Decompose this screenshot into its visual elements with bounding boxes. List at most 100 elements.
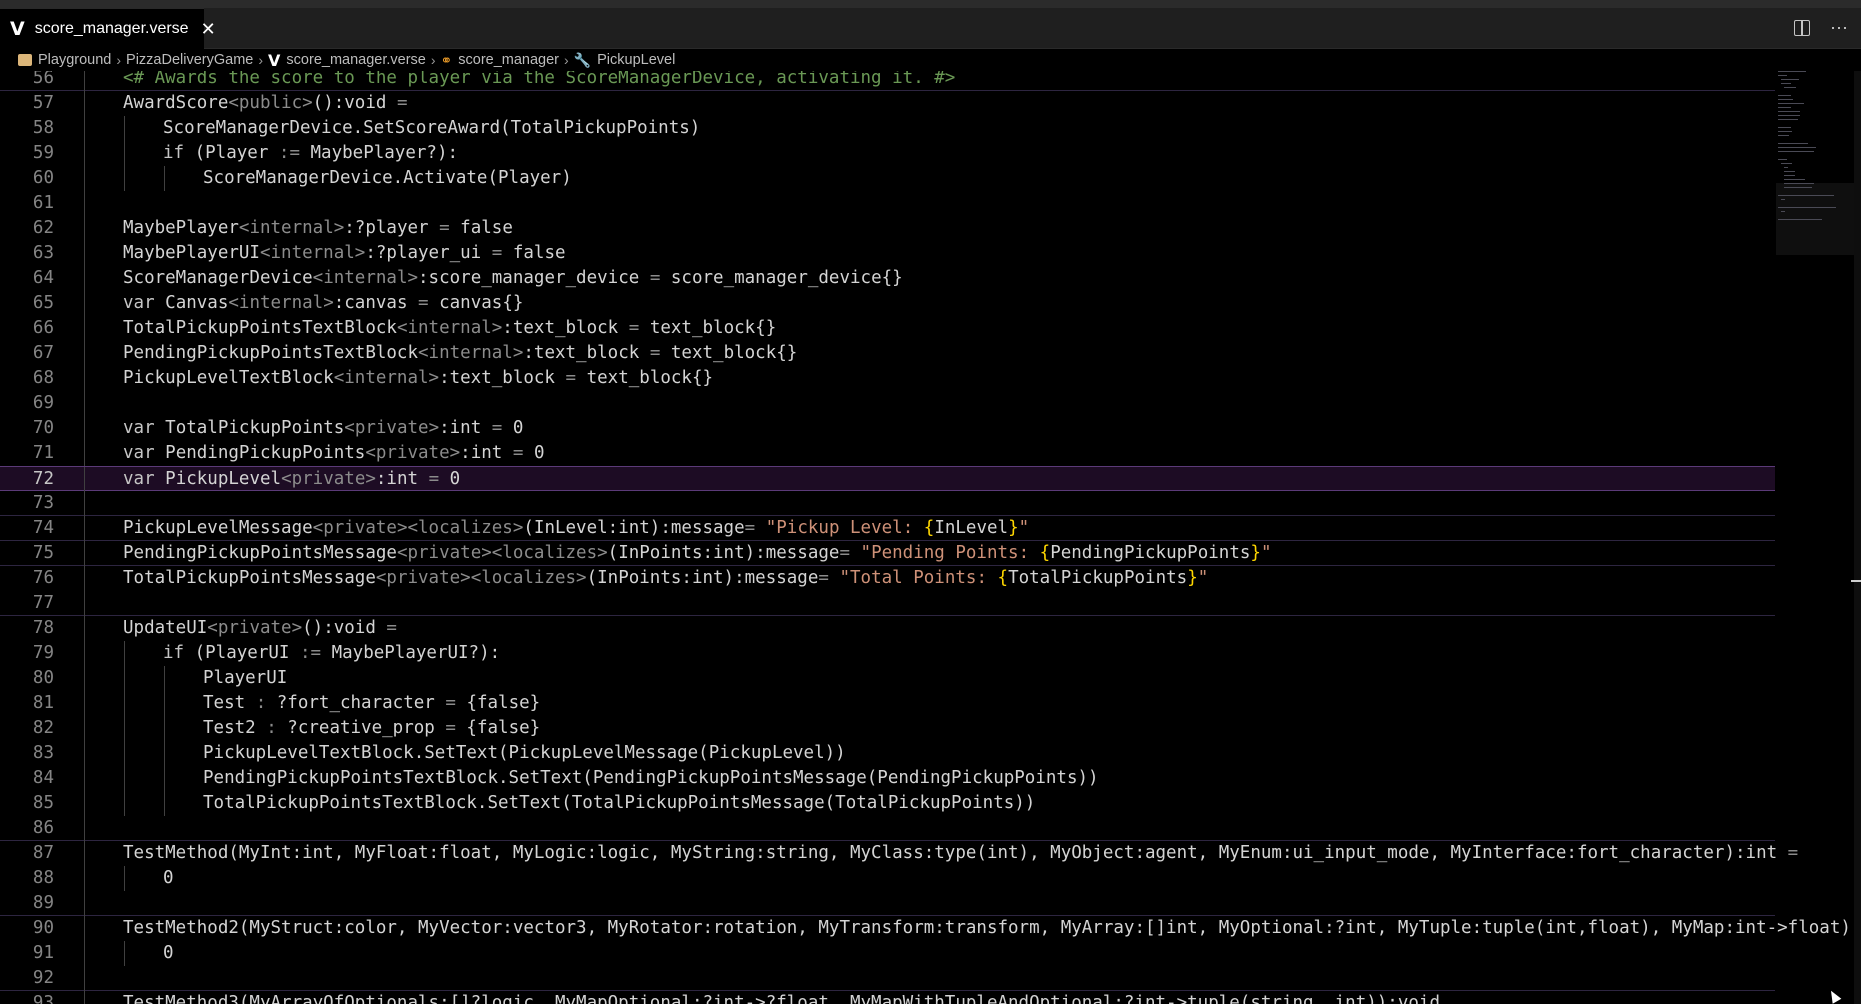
code-line[interactable]: 87 TestMethod(MyInt:int, MyFloat:float, M… (0, 841, 1798, 866)
code-token: Test (203, 693, 256, 713)
code-line[interactable]: 69 (0, 391, 1775, 416)
code-token: <private><localizes> (375, 568, 587, 588)
breadcrumb-item-file[interactable]: V score_manager.verse (268, 51, 426, 70)
code-line[interactable]: 61 (0, 191, 1775, 216)
indent-guide (84, 766, 85, 791)
code-line[interactable]: 56 <# Awards the score to the player via … (0, 71, 1775, 91)
code-token: <internal> (396, 318, 503, 338)
code-line[interactable]: 90 TestMethod2(MyStruct:color, MyVector:v… (0, 916, 1861, 941)
breadcrumb-separator: › (116, 52, 122, 68)
more-actions-icon[interactable]: ⋯ (1830, 18, 1849, 39)
code-line[interactable]: 83 PickupLevelTextBlock.SetText(PickupLev… (0, 741, 1775, 766)
code-token: = (744, 518, 756, 538)
code-token: :canvas (333, 293, 419, 313)
minimap-line (1778, 75, 1788, 76)
code-line[interactable]: 93 TestMethod3(MyArrayOfOptionals:[]?logi… (0, 991, 1775, 1004)
code-line[interactable]: 65 var Canvas<internal>:canvas = canvas{} (0, 291, 1775, 316)
code-token: <internal> (312, 268, 419, 288)
code-line[interactable]: 78 UpdateUI<private>():void = (0, 616, 1775, 641)
code-token: = (565, 368, 577, 388)
line-number: 71 (32, 443, 54, 463)
code-line[interactable]: 66 TotalPickupPointsTextBlock<internal>:t… (0, 316, 1775, 341)
line-number: 78 (32, 618, 54, 638)
code-line[interactable]: 72 var PickupLevel<private>:int = 0 (0, 466, 1775, 492)
code-line[interactable]: 60 ScoreManagerDevice.Activate(Player) (0, 166, 1775, 191)
breadcrumb-item-playground[interactable]: Playground (0, 52, 111, 68)
code-token: :score_manager_device (418, 268, 650, 288)
code-text: ScoreManagerDevice.SetScoreAward(TotalPi… (163, 116, 700, 141)
breadcrumb-label: PizzaDeliveryGame (126, 52, 254, 68)
code-line[interactable]: 86 (0, 816, 1775, 841)
code-line[interactable]: 62 MaybePlayer<internal>:?player = false (0, 216, 1775, 241)
code-editor[interactable]: 56 <# Awards the score to the player via … (0, 71, 1861, 1004)
indent-guide (124, 141, 125, 166)
indent-guide (124, 691, 125, 716)
indent-guide (84, 491, 85, 516)
code-line[interactable]: 70 var TotalPickupPoints<private>:int = 0 (0, 416, 1775, 441)
vertical-scrollbar[interactable] (1854, 71, 1861, 1004)
code-text: PlayerUI (203, 666, 287, 691)
code-token: = (512, 443, 524, 463)
code-line[interactable]: 82 Test2 : ?creative_prop = {false} (0, 716, 1775, 741)
code-line[interactable]: 68 PickupLevelTextBlock<internal>:text_bl… (0, 366, 1775, 391)
code-token: = (418, 293, 429, 313)
code-line[interactable]: 92 (0, 966, 1775, 991)
code-text: var PickupLevel<private>:int = 0 (123, 467, 460, 492)
code-line[interactable]: 67 PendingPickupPointsTextBlock<internal>… (0, 341, 1775, 366)
breadcrumb-item-field[interactable]: 🔧 PickupLevel (574, 52, 676, 69)
code-line[interactable]: 84 PendingPickupPointsTextBlock.SetText(P… (0, 766, 1775, 791)
code-token: ():void (312, 93, 397, 113)
code-token: = (428, 469, 440, 489)
code-token: TotalPickupPoints (165, 418, 345, 438)
code-line[interactable]: 79 if (PlayerUI := MaybePlayerUI?): (0, 641, 1775, 666)
indent-guide (84, 966, 85, 991)
code-line[interactable]: 73 (0, 491, 1775, 516)
code-token: <private><localizes> (396, 543, 608, 563)
breadcrumb-label: PickupLevel (597, 52, 676, 68)
code-line[interactable]: 76 TotalPickupPointsMessage<private><loca… (0, 566, 1775, 591)
code-token: " (1197, 568, 1209, 588)
indent-guide (164, 766, 165, 791)
code-line[interactable]: 64 ScoreManagerDevice<internal>:score_man… (0, 266, 1775, 291)
code-token: PickupLevelMessage (123, 518, 313, 538)
breadcrumb-item-class[interactable]: ⚭ score_manager (441, 52, 559, 69)
code-line[interactable]: 57 AwardScore<public>():void = (0, 91, 1775, 116)
code-line[interactable]: 88 0 (0, 866, 1775, 891)
window-top-strip (0, 0, 1861, 8)
minimap-line (1778, 99, 1793, 100)
indent-guide (84, 691, 85, 716)
code-line[interactable]: 75 PendingPickupPointsMessage<private><lo… (0, 541, 1775, 566)
close-icon[interactable]: ✕ (201, 19, 216, 40)
wrench-icon: 🔧 (573, 51, 592, 68)
code-token: var (123, 293, 166, 313)
code-token: :int (439, 418, 492, 438)
code-text: ScoreManagerDevice.Activate(Player) (203, 166, 572, 191)
code-line[interactable]: 71 var PendingPickupPoints<private>:int =… (0, 441, 1775, 466)
code-line[interactable]: 91 0 (0, 941, 1775, 966)
code-line[interactable]: 74 PickupLevelMessage<private><localizes>… (0, 516, 1775, 541)
code-line[interactable]: 80 PlayerUI (0, 666, 1775, 691)
code-token: TotalPickupPointsTextBlock.SetText(Total… (203, 793, 1036, 813)
code-token: 0 (502, 418, 524, 438)
code-line[interactable]: 81 Test : ?fort_character = {false} (0, 691, 1775, 716)
code-text: 0 (163, 866, 174, 891)
code-text: TotalPickupPointsMessage<private><locali… (123, 566, 1208, 591)
minimap[interactable] (1778, 71, 1854, 256)
code-line[interactable]: 63 MaybePlayerUI<internal>:?player_ui = f… (0, 241, 1775, 266)
code-text: if (PlayerUI := MaybePlayerUI?): (163, 641, 500, 666)
code-token: <internal> (418, 343, 524, 363)
breadcrumb-item-pizzadeliverygame[interactable]: PizzaDeliveryGame (126, 52, 253, 68)
code-token: } (1187, 568, 1198, 588)
code-line[interactable]: 58 ScoreManagerDevice.SetScoreAward(Total… (0, 116, 1775, 141)
scrollbar-position-marker (1851, 580, 1861, 582)
code-line[interactable]: 85 TotalPickupPointsTextBlock.SetText(Tot… (0, 791, 1775, 816)
code-line[interactable]: 59 if (Player := MaybePlayer?): (0, 141, 1775, 166)
split-editor-icon[interactable] (1794, 20, 1810, 36)
code-line[interactable]: 77 (0, 591, 1775, 616)
code-line[interactable]: 89 (0, 891, 1775, 916)
code-token: := (278, 143, 300, 163)
code-token: UpdateUI (123, 618, 208, 638)
code-token: AwardScore (123, 93, 229, 113)
tab-score-manager[interactable]: V score_manager.verse ✕ (0, 8, 216, 49)
breadcrumb-separator: › (430, 52, 436, 68)
